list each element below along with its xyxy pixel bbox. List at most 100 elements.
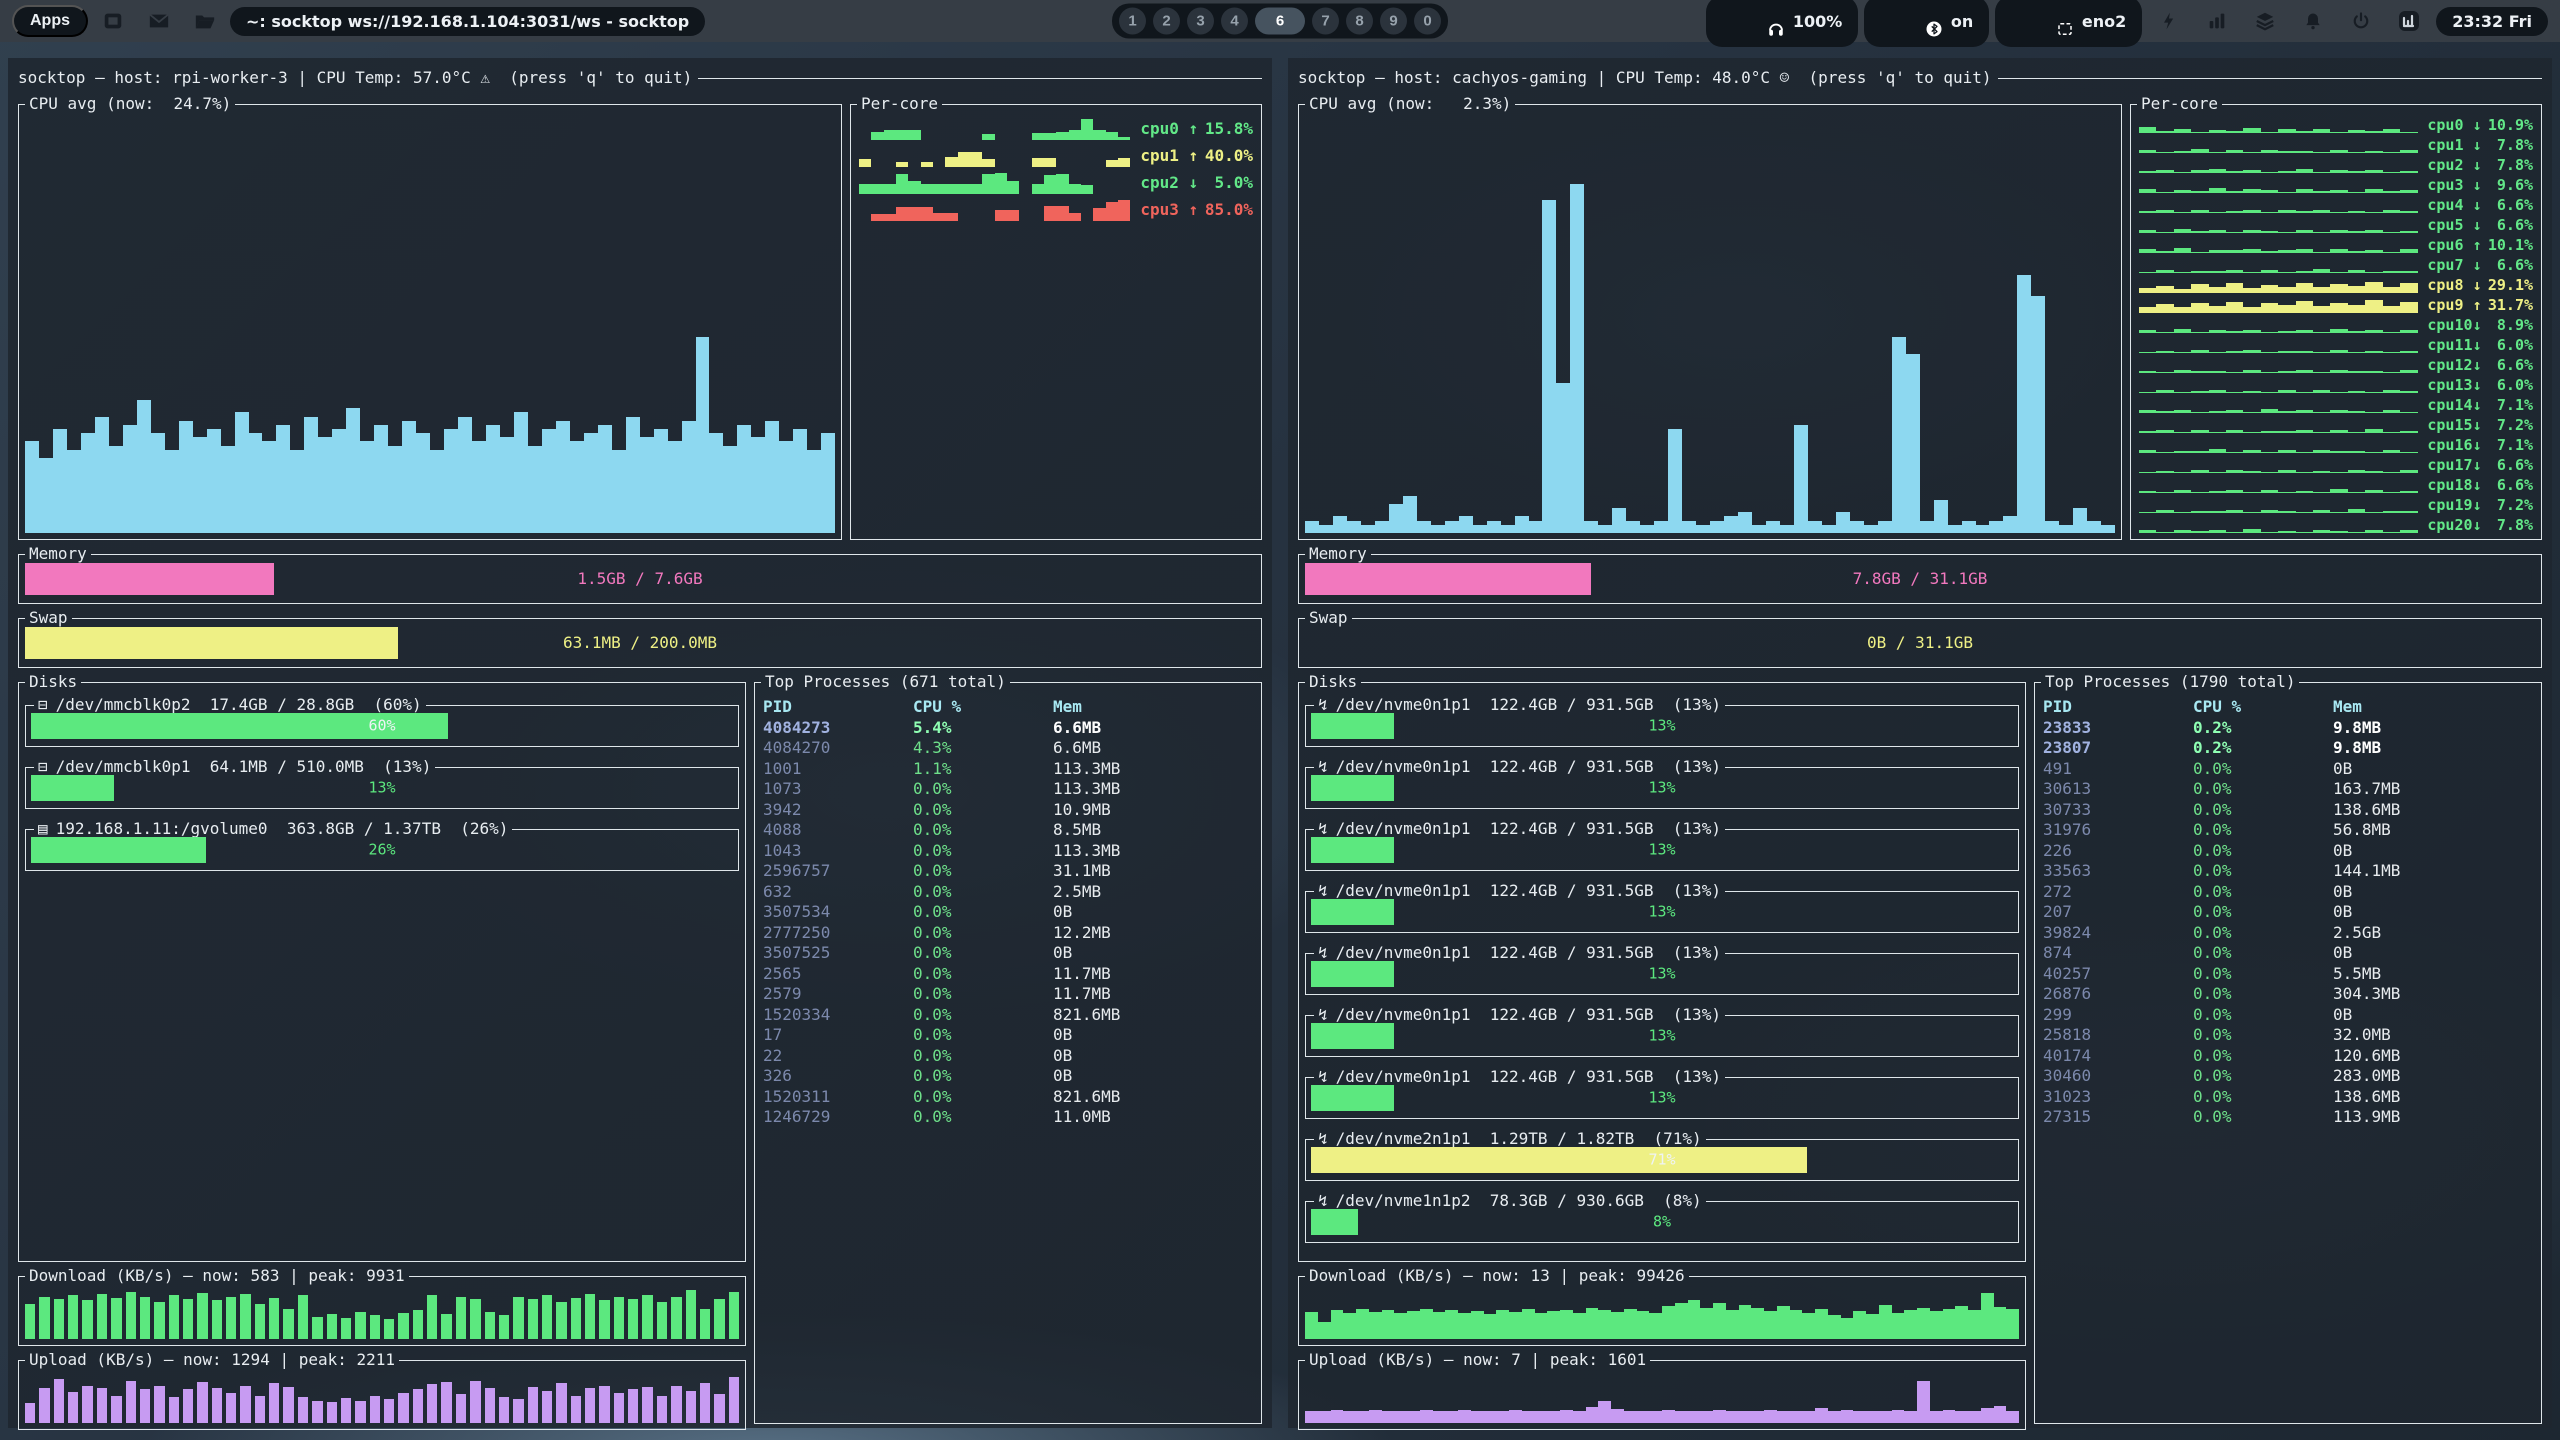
chart-bar (556, 421, 570, 533)
cpu-avg-box: CPU avg (now: 24.7%) (18, 104, 842, 540)
process-row: 10011.1%113.3MB1.45% (763, 759, 1253, 780)
workspace-1[interactable]: 1 (1119, 8, 1146, 35)
chart-bar (154, 1302, 164, 1340)
volume-pill[interactable]: 100% (1706, 0, 1858, 47)
chart-bar (183, 1389, 193, 1423)
chart-bar (255, 1396, 265, 1424)
chart-bar (729, 1292, 739, 1340)
core-label: cpu8↓29.1% (2427, 276, 2533, 295)
chart-bar (183, 1299, 193, 1339)
core-label: cpu3↓ 9.6% (2427, 176, 2533, 195)
chart-bar (1459, 516, 1473, 533)
workspace-8[interactable]: 8 (1346, 8, 1373, 35)
workspace-3[interactable]: 3 (1187, 8, 1214, 35)
workspace-6[interactable]: 6 (1255, 8, 1305, 35)
socktop-header-text: socktop — host: cachyos-gaming | CPU Tem… (1298, 68, 1992, 88)
disks-title: Disks (1305, 672, 1361, 692)
socktop-header: socktop — host: cachyos-gaming | CPU Tem… (1298, 66, 2542, 90)
chart-bar (1598, 1401, 1611, 1423)
chart-bar (1560, 1410, 1573, 1423)
chart-bar (221, 446, 235, 533)
chart-bar (427, 1384, 437, 1423)
chart-bar (779, 441, 793, 533)
chart-bar (1739, 1305, 1752, 1339)
chart-bar (514, 412, 528, 533)
chart-bar (682, 421, 696, 533)
disk-icon: ⊟ (38, 757, 48, 776)
terminal-left[interactable]: socktop — host: rpi-worker-3 | CPU Temp:… (8, 58, 1272, 1428)
workspace-7[interactable]: 7 (1312, 8, 1339, 35)
process-row: 306130.0%163.7MB0.51% (2043, 779, 2533, 800)
core-sparkline (2139, 257, 2417, 273)
chart-bar (1649, 1411, 1662, 1424)
chart-bar (1496, 1310, 1509, 1339)
chart-bar (456, 1394, 466, 1423)
chart-bar (723, 446, 737, 533)
process-row: 2070.0%0B0.00% (2043, 902, 2533, 923)
folder-icon[interactable] (192, 8, 218, 34)
chart-bar (332, 429, 346, 533)
chart-bar (1382, 1310, 1395, 1339)
bluetooth-pill[interactable]: on (1864, 0, 1989, 47)
core-label: cpu11↓ 6.0% (2427, 336, 2533, 355)
core-row-cpu14: cpu14↓ 7.1% (2139, 395, 2533, 415)
disk-row: ↯/dev/nvme2n1p1 1.29TB / 1.82TB (71%)71% (1305, 1139, 2019, 1181)
core-label: cpu13↓ 6.0% (2427, 376, 2533, 395)
chart-bar (240, 1386, 250, 1424)
disk-usage-pct: 26% (26, 841, 738, 860)
core-label: cpu16↓ 7.1% (2427, 436, 2533, 455)
workspace-4[interactable]: 4 (1221, 8, 1248, 35)
disk-row: ↯/dev/nvme0n1p1 122.4GB / 931.5GB (13%)1… (1305, 767, 2019, 809)
workspace-0[interactable]: 0 (1414, 8, 1441, 35)
power-icon[interactable] (2348, 8, 2374, 34)
clock[interactable]: 23:32 Fri (2436, 7, 2548, 36)
process-row: 2260.0%0B0.00% (2043, 841, 2533, 862)
process-table-header: PID CPU % Mem Mem % (2043, 697, 2533, 718)
chart-bar (276, 425, 290, 533)
audio-levels-icon[interactable] (2204, 8, 2230, 34)
chart-bar (341, 1398, 351, 1423)
disk-label: ↯/dev/nvme0n1p1 122.4GB / 931.5GB (13%) (1314, 757, 1725, 777)
chart-bar (427, 1295, 437, 1339)
chart-bar (1815, 1408, 1828, 1423)
core-sparkline (859, 144, 1130, 166)
chart-bar (269, 1298, 279, 1339)
mail-icon[interactable] (146, 8, 172, 34)
chart-bar (570, 441, 584, 533)
process-row: 15203340.0%821.6MB10.52% (763, 1005, 1253, 1026)
power-profile-icon[interactable] (2156, 8, 2182, 34)
core-sparkline (2139, 117, 2417, 133)
window-title[interactable]: ~: socktop ws://192.168.1.104:3031/ws - … (230, 7, 705, 36)
workspace-9[interactable]: 9 (1380, 8, 1407, 35)
notifications-icon[interactable] (2300, 8, 2326, 34)
disk-row: ▤192.168.1.11:/gvolume0 363.8GB / 1.37TB… (25, 829, 739, 871)
volume-value: 100% (1793, 12, 1842, 31)
disk-label: ⊟/dev/mmcblk0p2 17.4GB / 28.8GB (60%) (34, 695, 426, 715)
chart-bar (1560, 1310, 1573, 1339)
window-icon[interactable] (100, 8, 126, 34)
chart-bar (1866, 1314, 1879, 1339)
chart-bar (97, 1294, 107, 1339)
core-label: cpu20↓ 7.8% (2427, 516, 2533, 535)
chart-bar (68, 1392, 78, 1423)
network-pill[interactable]: eno2 (1995, 0, 2142, 47)
workspace-2[interactable]: 2 (1153, 8, 1180, 35)
chart-bar (140, 1297, 150, 1340)
terminal-right[interactable]: socktop — host: cachyos-gaming | CPU Tem… (1288, 58, 2552, 1428)
disk-usage-pct: 13% (1306, 1027, 2018, 1046)
activity-icon[interactable] (2396, 8, 2422, 34)
chart-bar (1389, 504, 1403, 533)
chart-bar (1305, 521, 1319, 533)
process-table: 238330.2%9.8MB0.03%238070.2%9.8MB0.03%49… (2043, 718, 2533, 1128)
layers-icon[interactable] (2252, 8, 2278, 34)
core-sparkline (2139, 237, 2417, 253)
process-row: 335630.0%144.1MB0.45% (2043, 861, 2533, 882)
apps-button[interactable]: Apps (12, 5, 88, 37)
disk-usage-pct: 13% (1306, 841, 2018, 860)
process-row: 304600.0%283.0MB0.89% (2043, 1066, 2533, 1087)
bluetooth-icon (1880, 1, 1943, 42)
disk-label: ↯/dev/nvme0n1p1 122.4GB / 931.5GB (13%) (1314, 881, 1725, 901)
chart-bar (1640, 525, 1654, 533)
bolt-icon: ↯ (1318, 757, 1328, 776)
disk-rows: ⊟/dev/mmcblk0p2 17.4GB / 28.8GB (60%)60%… (25, 705, 739, 871)
